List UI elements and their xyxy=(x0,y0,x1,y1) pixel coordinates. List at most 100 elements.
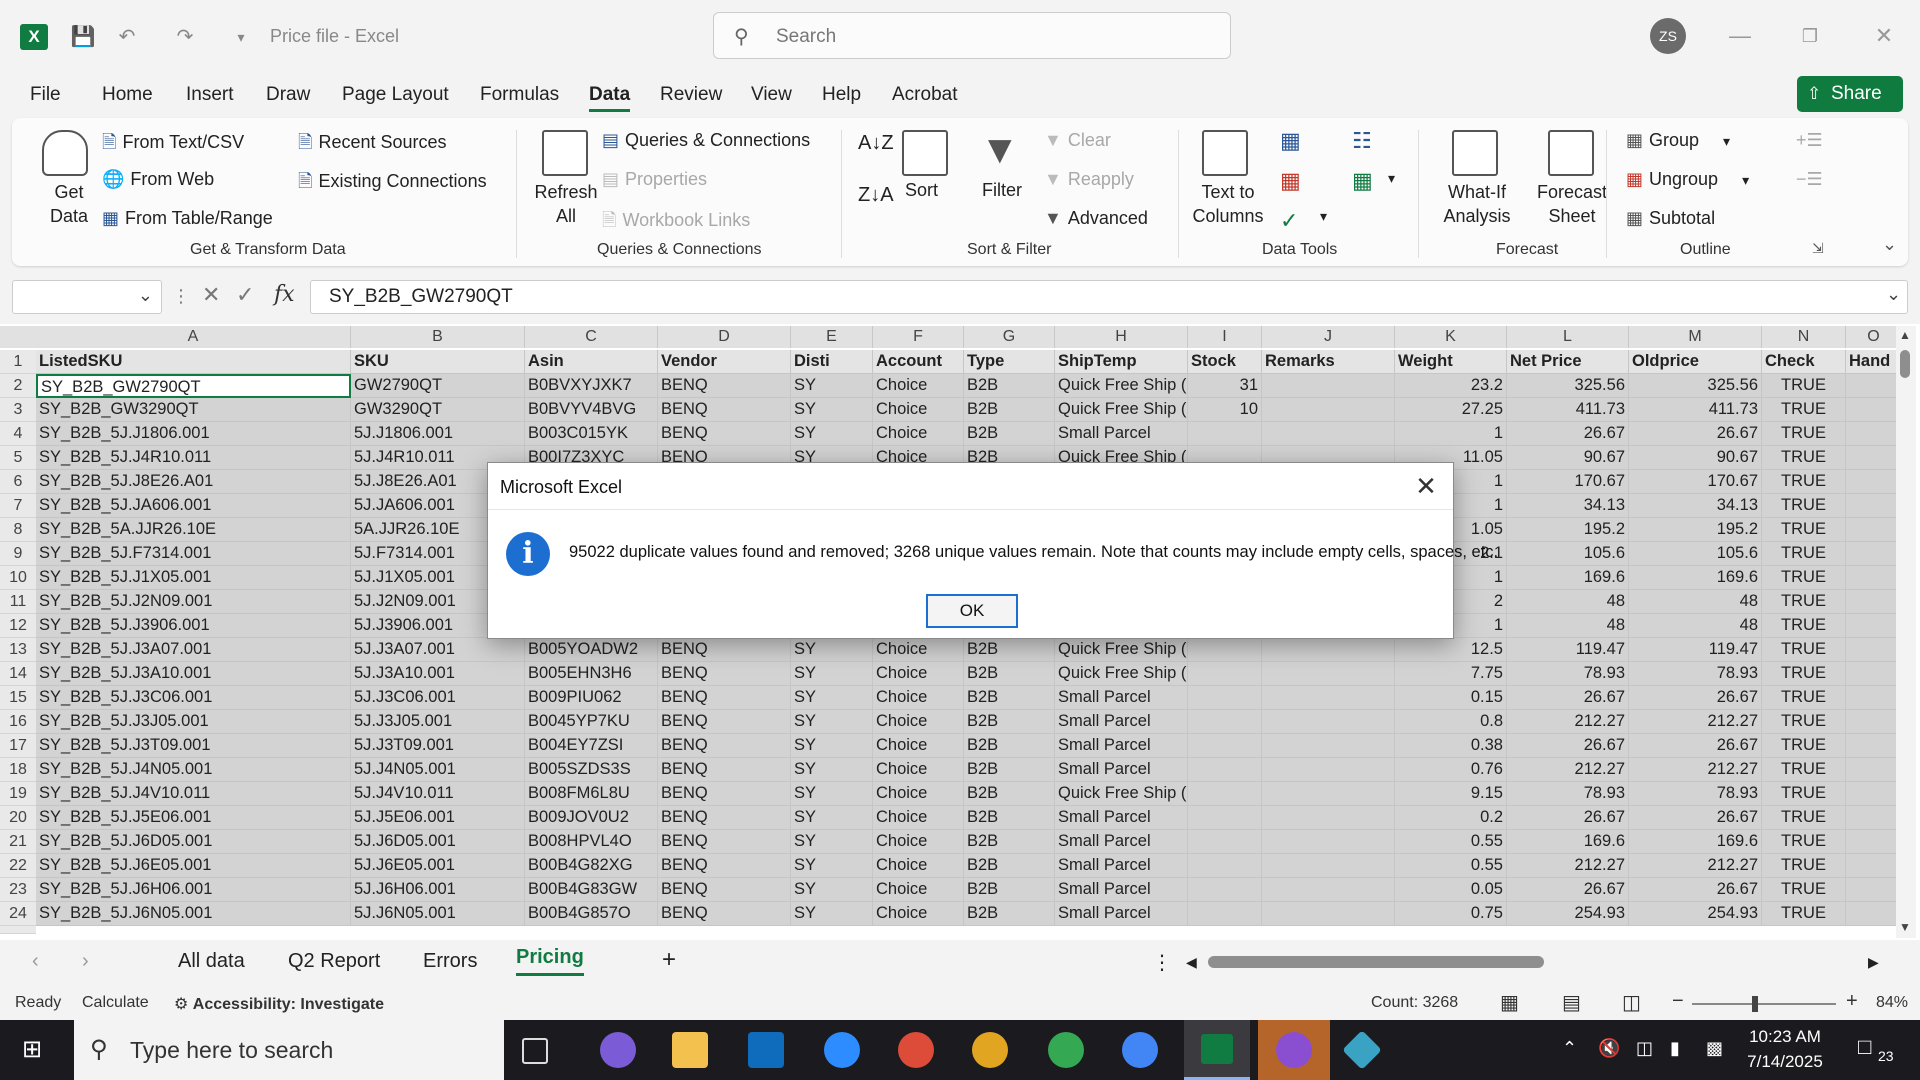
table-cell[interactable]: BENQ xyxy=(658,374,791,398)
table-cell[interactable]: 26.67 xyxy=(1629,422,1762,446)
volume-muted-icon[interactable]: 🔇 xyxy=(1598,1038,1620,1059)
tab-view[interactable]: View xyxy=(751,84,792,106)
table-cell[interactable]: SY_B2B_5J.J5E06.001 xyxy=(36,806,351,830)
column-header-m[interactable]: M xyxy=(1629,326,1762,348)
close-window-icon[interactable]: ✕ xyxy=(1864,18,1904,54)
column-header-o[interactable]: O xyxy=(1846,326,1902,348)
table-cell[interactable]: Small Parcel xyxy=(1055,758,1188,782)
table-cell[interactable] xyxy=(1262,398,1395,422)
table-cell[interactable] xyxy=(1846,374,1902,398)
table-cell[interactable]: SY xyxy=(791,734,873,758)
tray-overflow-icon[interactable]: ⌃ xyxy=(1562,1038,1577,1059)
table-cell[interactable]: BENQ xyxy=(658,638,791,662)
table-cell[interactable]: 170.67 xyxy=(1629,470,1762,494)
zoom-in-icon[interactable]: + xyxy=(1846,990,1858,1013)
table-cell[interactable] xyxy=(1846,518,1902,542)
table-cell[interactable]: 212.27 xyxy=(1629,854,1762,878)
table-cell[interactable]: SY xyxy=(791,782,873,806)
table-cell[interactable] xyxy=(1262,782,1395,806)
table-cell[interactable]: TRUE xyxy=(1762,494,1846,518)
chrome-profile-1-icon[interactable] xyxy=(898,1032,934,1068)
table-cell[interactable] xyxy=(1262,806,1395,830)
table-cell[interactable]: B2B xyxy=(964,758,1055,782)
table-cell[interactable]: SY xyxy=(791,878,873,902)
table-cell[interactable]: Choice xyxy=(873,782,964,806)
table-cell[interactable]: B00B4G82XG xyxy=(525,854,658,878)
table-cell[interactable]: Choice xyxy=(873,710,964,734)
table-cell[interactable]: Choice xyxy=(873,638,964,662)
table-cell[interactable]: Choice xyxy=(873,806,964,830)
table-cell[interactable]: B0045YP7KU xyxy=(525,710,658,734)
row-header[interactable]: 11 xyxy=(0,590,36,614)
from-text-csv-button[interactable]: 🗎 From Text/CSV xyxy=(102,130,244,160)
table-cell[interactable]: 90.67 xyxy=(1507,446,1629,470)
sort-descending-icon[interactable]: Z↓A xyxy=(858,184,894,207)
sheet-tab-errors[interactable]: Errors xyxy=(423,950,477,973)
table-cell[interactable]: TRUE xyxy=(1762,710,1846,734)
table-cell[interactable] xyxy=(1846,446,1902,470)
table-cell[interactable] xyxy=(1262,878,1395,902)
table-cell[interactable]: 169.6 xyxy=(1507,566,1629,590)
table-cell[interactable]: Quick Free Ship ( xyxy=(1055,782,1188,806)
table-cell[interactable] xyxy=(1188,638,1262,662)
table-cell[interactable]: B0BVXYJXK7 xyxy=(525,374,658,398)
table-cell[interactable]: 0.8 xyxy=(1395,710,1507,734)
data-model-icon[interactable]: ▦ xyxy=(1352,168,1373,194)
table-cell[interactable]: SY xyxy=(791,710,873,734)
table-cell[interactable]: 5J.J3A07.001 xyxy=(351,638,525,662)
table-cell[interactable]: B005SZDS3S xyxy=(525,758,658,782)
table-cell[interactable]: 212.27 xyxy=(1629,758,1762,782)
data-validation-icon[interactable]: ✓ xyxy=(1280,208,1298,234)
table-cell[interactable]: 254.93 xyxy=(1629,902,1762,926)
table-cell[interactable]: Choice xyxy=(873,878,964,902)
table-cell[interactable]: Small Parcel xyxy=(1055,854,1188,878)
table-cell[interactable]: BENQ xyxy=(658,398,791,422)
table-cell[interactable]: Choice xyxy=(873,422,964,446)
table-cell[interactable]: TRUE xyxy=(1762,830,1846,854)
flash-fill-icon[interactable]: ▦ xyxy=(1280,128,1301,154)
table-cell[interactable]: 23.2 xyxy=(1395,374,1507,398)
table-cell[interactable]: B005YOADW2 xyxy=(525,638,658,662)
table-cell[interactable]: B2B xyxy=(964,638,1055,662)
network-icon[interactable]: ▩ xyxy=(1706,1038,1723,1059)
from-web-button[interactable]: 🌐 From Web xyxy=(102,169,214,190)
formula-input[interactable]: SY_B2B_GW2790QT xyxy=(310,280,1908,314)
table-cell[interactable]: 26.67 xyxy=(1629,734,1762,758)
tab-draw[interactable]: Draw xyxy=(266,84,310,106)
table-cell[interactable]: BENQ xyxy=(658,422,791,446)
row-header[interactable]: 2 xyxy=(0,374,36,398)
vertical-scroll-thumb[interactable] xyxy=(1900,350,1910,378)
recent-sources-button[interactable]: 🗎 Recent Sources xyxy=(298,130,447,160)
table-cell[interactable]: TRUE xyxy=(1762,758,1846,782)
table-cell[interactable]: SY_B2B_5J.J2N09.001 xyxy=(36,590,351,614)
table-cell[interactable]: SY_B2B_GW3290QT xyxy=(36,398,351,422)
table-cell[interactable]: SY xyxy=(791,398,873,422)
table-cell[interactable]: 212.27 xyxy=(1507,854,1629,878)
expand-formula-bar-icon[interactable]: ⌄ xyxy=(1886,284,1901,305)
what-if-analysis-button[interactable]: What-If Analysis xyxy=(1432,180,1522,228)
enter-icon[interactable]: ✓ xyxy=(236,282,254,308)
table-cell[interactable]: 26.67 xyxy=(1629,686,1762,710)
table-cell[interactable]: SY_B2B_5J.J6H06.001 xyxy=(36,878,351,902)
table-cell[interactable]: 0.55 xyxy=(1395,830,1507,854)
table-cell[interactable]: Small Parcel xyxy=(1055,422,1188,446)
task-view-icon[interactable] xyxy=(522,1038,548,1064)
next-sheet-icon[interactable]: › xyxy=(82,950,89,973)
column-header-b[interactable]: B xyxy=(351,326,525,348)
table-cell[interactable]: 169.6 xyxy=(1507,830,1629,854)
header-cell[interactable]: ListedSKU xyxy=(36,350,351,374)
table-cell[interactable]: Small Parcel xyxy=(1055,710,1188,734)
data-validation-dropdown-icon[interactable]: ▾ xyxy=(1320,208,1327,225)
queries-connections-button[interactable]: ▤ Queries & Connections xyxy=(602,130,810,151)
table-cell[interactable]: 119.47 xyxy=(1507,638,1629,662)
column-header-i[interactable]: I xyxy=(1188,326,1262,348)
table-cell[interactable] xyxy=(1846,830,1902,854)
table-cell[interactable]: TRUE xyxy=(1762,542,1846,566)
table-cell[interactable] xyxy=(1188,854,1262,878)
header-cell[interactable]: SKU xyxy=(351,350,525,374)
table-cell[interactable]: 1 xyxy=(1395,422,1507,446)
table-cell[interactable]: 34.13 xyxy=(1507,494,1629,518)
table-cell[interactable]: TRUE xyxy=(1762,662,1846,686)
row-header[interactable]: 16 xyxy=(0,710,36,734)
table-cell[interactable] xyxy=(1846,878,1902,902)
